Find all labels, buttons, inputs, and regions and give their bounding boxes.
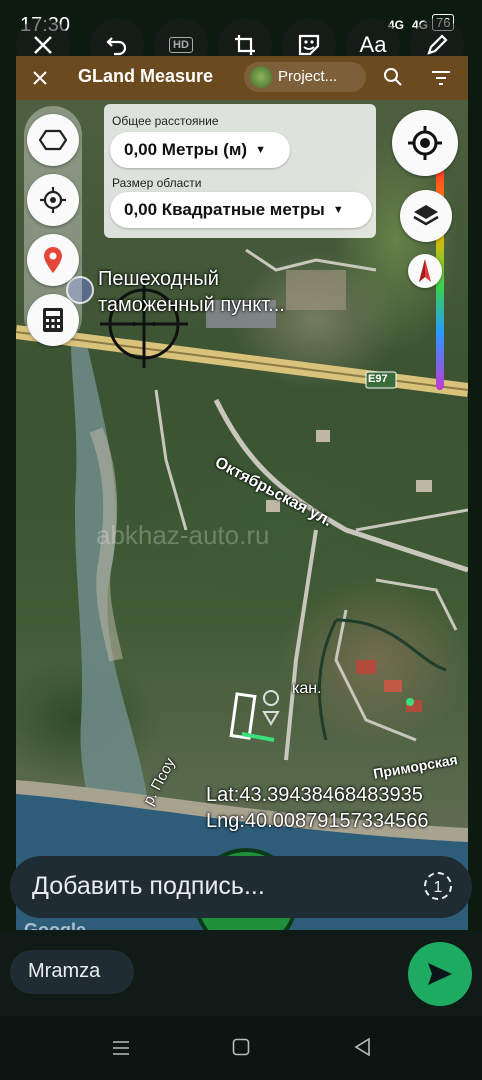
hexagon-icon [39, 129, 67, 151]
place-marker-button[interactable] [27, 234, 79, 286]
layers-icon [413, 205, 439, 226]
home-icon[interactable] [232, 1038, 250, 1056]
area-value: 0,00 Квадратные метры [124, 200, 325, 219]
canal-label: кан. [292, 680, 322, 697]
close-icon [34, 36, 52, 54]
search-icon[interactable] [382, 66, 404, 88]
recipient-name: Mramza [28, 960, 101, 982]
hd-label: HD [169, 37, 193, 53]
crosshair-icon [40, 187, 66, 213]
watermark: abkhaz-auto.ru [96, 520, 270, 550]
app-close-icon[interactable] [32, 70, 48, 86]
undo-icon [106, 37, 127, 56]
polygon-mode-button[interactable] [27, 114, 79, 166]
distance-unit-dropdown[interactable]: 0,00 Метры (м) ▼ [110, 132, 290, 168]
view-once-button[interactable]: 1 [424, 872, 452, 900]
distance-label: Общее расстояние [112, 114, 219, 128]
gps-point-button[interactable] [27, 174, 79, 226]
pencil-icon [427, 34, 448, 55]
project-label: Project... [278, 68, 338, 85]
view-once-label: 1 [433, 879, 443, 896]
recent-apps-icon[interactable] [112, 1040, 130, 1056]
area-label: Размер области [112, 176, 202, 190]
layers-button[interactable] [400, 190, 452, 242]
my-location-button[interactable] [392, 110, 458, 176]
longitude-readout: Lng:40.00879157334566 [206, 810, 429, 832]
poi-label-line-1: Пешеходный [98, 268, 219, 290]
recipient-chip[interactable]: Mramza [10, 950, 134, 994]
system-nav-bar [0, 1016, 482, 1080]
text-tool-label: Aa [359, 32, 387, 57]
distance-value: 0,00 Метры (м) [124, 140, 248, 159]
send-button[interactable] [408, 942, 472, 1006]
area-unit-dropdown[interactable]: 0,00 Квадратные метры ▼ [110, 192, 372, 228]
compass-button[interactable] [408, 254, 442, 288]
send-icon [428, 963, 452, 985]
calculator-icon [43, 308, 63, 332]
caption-input[interactable]: Добавить подпись... 1 [10, 856, 472, 918]
compass-icon [419, 259, 431, 282]
dropdown-arrow-icon: ▼ [255, 144, 266, 156]
calculator-button[interactable] [27, 294, 79, 346]
dropdown-arrow-icon: ▼ [332, 204, 344, 216]
poi-label-line-2: таможенный пункт... [98, 294, 285, 316]
back-icon[interactable] [354, 1038, 370, 1056]
latitude-readout: Lat:43.39438468483935 [206, 784, 423, 806]
road-badge-e97: E97 [368, 373, 388, 385]
filter-icon[interactable] [430, 68, 452, 88]
app-title: GLand Measure [78, 66, 214, 86]
measurement-panel: Общее расстояние 0,00 Метры (м) ▼ Размер… [104, 104, 376, 238]
caption-placeholder: Добавить подпись... [32, 872, 265, 900]
project-selector[interactable]: Project... [244, 62, 366, 92]
project-avatar [250, 66, 272, 88]
sticker-icon [298, 34, 320, 56]
crop-rotate-icon [235, 35, 255, 55]
app-bar: GLand Measure Project... [16, 56, 468, 100]
map-pin-icon [44, 247, 62, 273]
gps-target-icon [408, 126, 442, 160]
